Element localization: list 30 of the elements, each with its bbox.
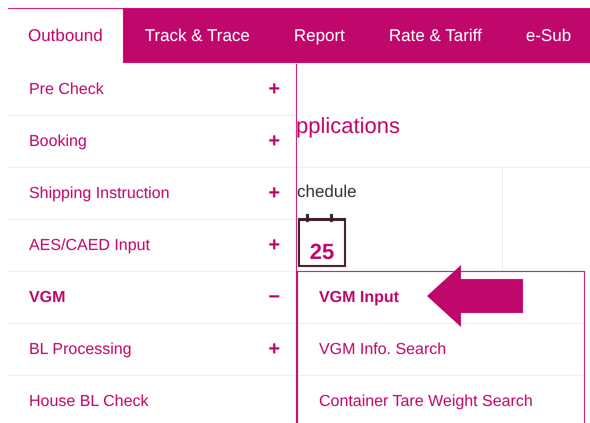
menu-item-label: House BL Check <box>29 392 148 410</box>
menu-item-label: Shipping Instruction <box>29 184 170 202</box>
submenu-item[interactable]: VGM Info. Search <box>298 324 584 376</box>
menu-item-label: VGM <box>29 288 66 306</box>
menu-item-label: Pre Check <box>29 80 104 98</box>
card-title: chedule <box>297 182 358 202</box>
toggle-sign: + <box>268 182 280 205</box>
page-heading: pplications <box>296 113 401 139</box>
menu-item[interactable]: House BL Check <box>8 376 296 423</box>
toggle-sign: + <box>268 130 280 153</box>
menu-item-label: BL Processing <box>29 340 132 358</box>
menu-item[interactable]: Pre Check + <box>8 64 296 116</box>
menu-item[interactable]: Booking + <box>8 116 296 168</box>
calendar-day: 25 <box>310 241 334 263</box>
nav-tab[interactable]: Outbound <box>8 8 123 63</box>
menu-item-label: AES/CAED Input <box>29 236 150 254</box>
menu-item[interactable]: AES/CAED Input + <box>8 220 296 272</box>
toggle-sign: + <box>268 78 280 101</box>
toggle-sign: − <box>268 286 280 309</box>
submenu-item[interactable]: Container Tare Weight Search <box>298 376 584 423</box>
nav-tab[interactable]: e-Sub <box>504 8 590 63</box>
nav-tab[interactable]: Rate & Tariff <box>366 8 504 63</box>
nav-tab[interactable]: Report <box>272 8 367 63</box>
menu-item-label: Booking <box>29 132 87 150</box>
menu-item[interactable]: BL Processing + <box>8 324 296 376</box>
toggle-sign: + <box>268 338 280 361</box>
menu-item[interactable]: VGM − <box>8 272 296 324</box>
toggle-sign: + <box>268 234 280 257</box>
nav-tab[interactable]: Track & Trace <box>122 8 272 63</box>
menu-item[interactable]: Shipping Instruction + <box>8 168 296 220</box>
